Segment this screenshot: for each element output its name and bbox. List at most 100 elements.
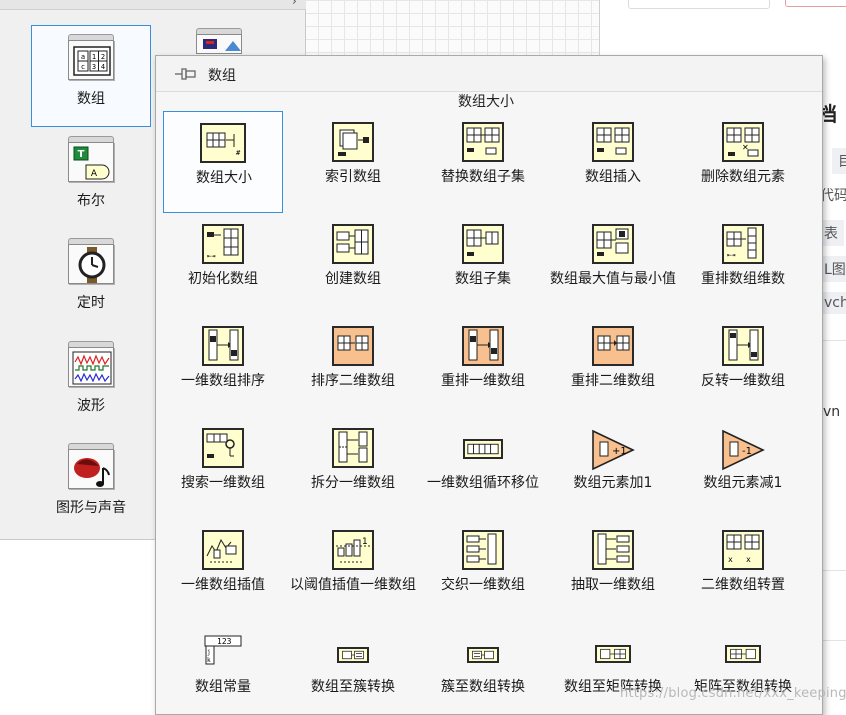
fn-label: 交织一维数组 — [441, 577, 525, 593]
fn-label: 一维数组排序 — [181, 373, 265, 389]
palette-fn-split-1d-array[interactable]: 拆分一维数组 — [293, 417, 413, 519]
array-subpalette: 数组 数组大小 # 数组大小 索引数组 替换数组子集 数组插入 ✕ 删除数组元素 — [155, 55, 823, 715]
fn-label: 重排数组维数 — [701, 271, 785, 287]
palette-fn-delete-from-array[interactable]: ✕ 删除数组元素 — [683, 111, 803, 213]
array-constant-icon: 123 j k — [203, 632, 243, 666]
initialize-array-icon: ⇤⇥ — [202, 224, 244, 264]
palette-fn-interleave-1d-arrays[interactable]: 交织一维数组 — [423, 519, 543, 621]
waveform-folder-icon — [68, 341, 114, 387]
svg-text:#: # — [236, 149, 241, 157]
threshold-1d-array-icon: 1 — [332, 530, 374, 570]
svg-text:-1: -1 — [742, 446, 752, 457]
fn-label: 初始化数组 — [188, 271, 258, 287]
fn-label: 簇至数组转换 — [441, 679, 525, 695]
fn-label: 替换数组子集 — [441, 169, 525, 185]
palette-fn-decimate-1d-array[interactable]: 抽取一维数组 — [553, 519, 673, 621]
rotate-1d-array-icon — [463, 439, 503, 459]
divider — [820, 570, 846, 571]
svg-text:j: j — [207, 649, 211, 656]
palette-fn-array-to-cluster[interactable]: 数组至簇转换 — [293, 621, 413, 715]
sort-2d-array-icon — [332, 326, 374, 366]
palette-fn-increment-array-element[interactable]: +1 数组元素加1 — [553, 417, 673, 519]
palette-fn-array-max-min[interactable]: 数组最大值与最小值 — [550, 213, 676, 315]
svg-text:x: x — [728, 555, 733, 564]
watermark: https://blog.csdn.net/xxx_keeping — [620, 686, 846, 701]
palette-item-waveform[interactable]: 波形 — [31, 333, 151, 435]
shuffle-1d-array-icon — [462, 326, 504, 366]
shuffle-2d-array-icon — [592, 326, 634, 366]
palette-item-boolean[interactable]: T A 布尔 — [31, 128, 151, 230]
svg-text:T: T — [78, 149, 85, 160]
palette-item-graphics-sound[interactable]: 图形与声音 — [31, 435, 151, 537]
palette-fn-initialize-array[interactable]: ⇤⇥ 初始化数组 — [163, 213, 283, 315]
index-array-icon — [332, 122, 374, 162]
background-input[interactable] — [628, 0, 770, 9]
fn-label: 数组子集 — [455, 271, 511, 287]
palette-fn-threshold-1d-array[interactable]: 1 以阈值插值一维数组 — [290, 519, 416, 621]
boolean-folder-icon: T A — [68, 136, 114, 182]
palette-item-label: 数组 — [77, 91, 105, 107]
subpalette-header: 数组 — [156, 56, 822, 92]
palette-item-timing[interactable]: 定时 — [31, 230, 151, 332]
sort-1d-array-icon — [202, 326, 244, 366]
palette-fn-replace-subset[interactable]: 替换数组子集 — [423, 111, 543, 213]
transpose-2d-array-icon: xx — [722, 530, 764, 570]
fn-label: 抽取一维数组 — [571, 577, 655, 593]
fn-label: 一维数组插值 — [181, 577, 265, 593]
insert-into-array-icon — [592, 122, 634, 162]
palette-fn-array-subset[interactable]: 数组子集 — [423, 213, 543, 315]
divider — [820, 340, 846, 341]
delete-from-array-icon: ✕ — [722, 122, 764, 162]
fn-label: 拆分一维数组 — [311, 475, 395, 491]
palette-fn-search-1d-array[interactable]: 搜索一维数组 — [163, 417, 283, 519]
fn-label: 数组常量 — [195, 679, 251, 695]
array-to-matrix-icon — [595, 645, 631, 663]
palette-fn-index-array[interactable]: 索引数组 — [293, 111, 413, 213]
background-text-fragment: vn — [823, 404, 841, 420]
palette-fn-array-constant[interactable]: 123 j k 数组常量 — [163, 621, 283, 715]
block-diagram-grid[interactable] — [305, 0, 600, 60]
palette-fn-build-array[interactable]: 创建数组 — [293, 213, 413, 315]
svg-text:123: 123 — [217, 637, 232, 646]
timing-folder-icon — [68, 238, 114, 284]
fn-label: 索引数组 — [325, 169, 381, 185]
interleave-1d-arrays-icon — [462, 530, 504, 570]
palette-item-label: 波形 — [77, 398, 105, 414]
background-text-fragment: 代码 — [820, 188, 846, 204]
reshape-array-icon: ⇤⇥ — [722, 224, 764, 264]
svg-text:+1: +1 — [612, 446, 627, 457]
background-button[interactable] — [785, 0, 846, 7]
fn-label: 数组元素减1 — [703, 475, 783, 491]
replace-subset-icon — [462, 122, 504, 162]
split-1d-array-icon — [332, 428, 374, 468]
svg-text:4: 4 — [101, 63, 105, 71]
palette-fn-transpose-2d-array[interactable]: xx 二维数组转置 — [683, 519, 803, 621]
fn-label: 数组元素加1 — [573, 475, 653, 491]
palette-item-array[interactable]: a c 1 2 3 4 数组 — [31, 25, 151, 127]
palette-fn-reshape-array[interactable]: ⇤⇥ 重排数组维数 — [683, 213, 803, 315]
palette-fn-shuffle-1d-array[interactable]: 重排一维数组 — [423, 315, 543, 417]
palette-item-label: 图形与声音 — [56, 500, 126, 516]
palette-fn-insert-into-array[interactable]: 数组插入 — [553, 111, 673, 213]
background-tab-fragment[interactable]: 目 — [832, 148, 846, 174]
palette-fn-interpolate-1d-array[interactable]: 一维数组插值 — [163, 519, 283, 621]
palette-fn-shuffle-2d-array[interactable]: 重排二维数组 — [553, 315, 673, 417]
palette-fn-rotate-1d-array[interactable]: 一维数组循环移位 — [423, 417, 543, 519]
pin-icon[interactable] — [174, 66, 198, 82]
palette-fn-sort-1d-array[interactable]: 一维数组排序 — [163, 315, 283, 417]
palette-fn-decrement-array-element[interactable]: -1 数组元素减1 — [683, 417, 803, 519]
palette-item-label: 布尔 — [77, 193, 105, 209]
palette-fn-array-size[interactable]: # 数组大小 — [163, 111, 283, 213]
search-1d-array-icon — [202, 428, 244, 468]
svg-text:c: c — [81, 63, 85, 71]
palette-fn-cluster-to-array[interactable]: 簇至数组转换 — [423, 621, 543, 715]
chevron-right-icon[interactable]: › — [292, 0, 297, 8]
fn-label: 重排一维数组 — [441, 373, 525, 389]
palette-item-partial[interactable] — [196, 28, 242, 54]
matrix-to-array-icon — [725, 645, 761, 663]
fn-label: 以阈值插值一维数组 — [290, 577, 416, 593]
palette-fn-reverse-1d-array[interactable]: 反转一维数组 — [683, 315, 803, 417]
svg-text:⇤⇥: ⇤⇥ — [207, 252, 215, 260]
palette-fn-sort-2d-array[interactable]: 排序二维数组 — [293, 315, 413, 417]
interpolate-1d-array-icon — [202, 530, 244, 570]
